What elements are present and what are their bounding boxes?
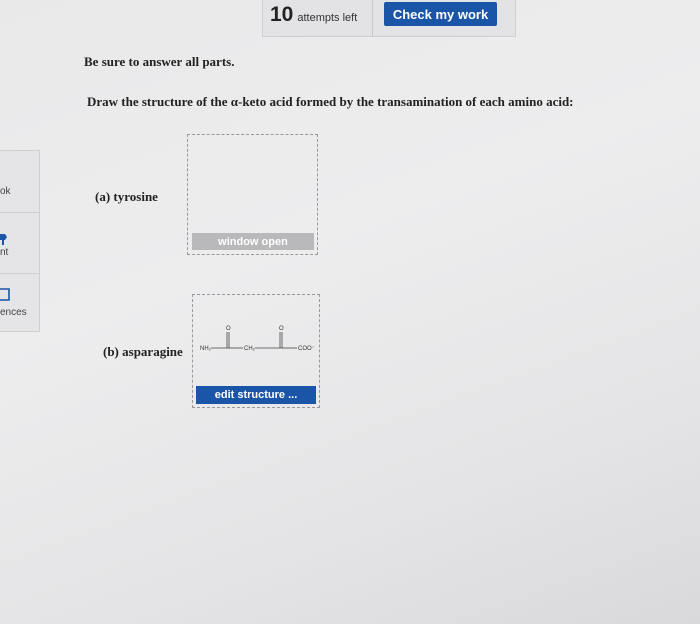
edit-structure-button[interactable]: edit structure ... — [196, 386, 316, 404]
left-panel-item-references-label[interactable]: ences — [0, 307, 27, 318]
part-a-label: (a) tyrosine — [95, 189, 158, 204]
print-icon[interactable] — [0, 232, 8, 246]
attempts-counter: 10 attempts left — [270, 3, 357, 27]
atom-o-1: O — [226, 326, 231, 332]
atom-nh2: NH₂ — [200, 346, 212, 352]
atom-coo: COO⁻ — [298, 346, 315, 352]
left-panel-item-ebook-label[interactable]: ok — [0, 186, 11, 197]
left-panel-divider — [0, 273, 40, 274]
left-panel-divider — [0, 212, 40, 213]
window-open-button: window open — [192, 233, 314, 250]
left-panel-item-print-label[interactable]: nt — [0, 247, 8, 258]
question-text: Draw the structure of the α-keto acid fo… — [87, 94, 574, 109]
attempts-label: attempts left — [297, 12, 358, 24]
atom-ch2: CH₂ — [244, 346, 256, 352]
left-side-panel: ok nt ences — [0, 150, 40, 332]
check-my-work-button[interactable]: Check my work — [384, 2, 497, 26]
toolbar-divider — [372, 0, 373, 37]
references-icon[interactable] — [0, 288, 12, 302]
attempts-count: 10 — [270, 3, 294, 26]
part-b-label: (b) asparagine — [103, 344, 183, 359]
atom-o-2: O — [279, 326, 284, 332]
asparagine-structure-drawing[interactable]: NH₂ O CH₂ O COO⁻ — [197, 320, 317, 362]
instructions-text: Be sure to answer all parts. — [84, 54, 235, 69]
